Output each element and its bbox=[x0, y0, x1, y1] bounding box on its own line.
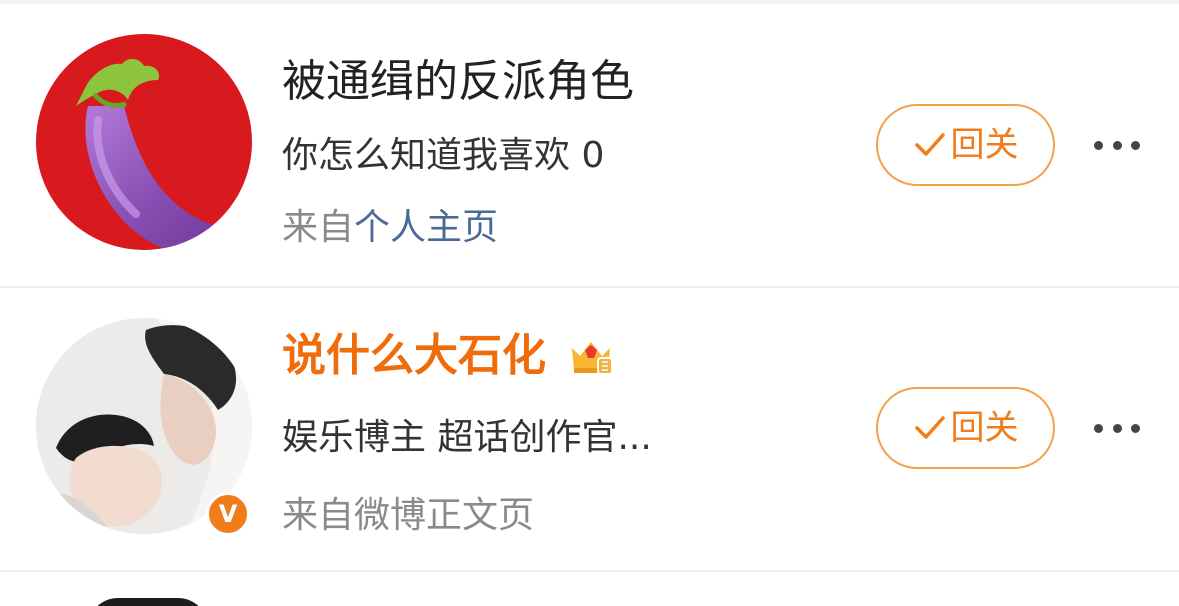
dot bbox=[1112, 423, 1122, 433]
check-icon bbox=[914, 133, 945, 156]
avatar[interactable] bbox=[88, 598, 208, 606]
dot bbox=[1094, 140, 1103, 150]
user-name[interactable]: 被通缉的反派角色 bbox=[282, 56, 634, 108]
dot bbox=[1094, 423, 1103, 433]
more-options-icon[interactable] bbox=[1094, 418, 1140, 438]
verified-badge: V bbox=[206, 492, 250, 536]
user-description: 你怎么知道我喜欢 0 bbox=[282, 135, 605, 176]
dot bbox=[1131, 423, 1140, 433]
dot bbox=[1131, 140, 1140, 150]
dot bbox=[1112, 140, 1122, 150]
follow-back-button[interactable]: 回关 bbox=[876, 387, 1055, 469]
follower-row[interactable]: V 说什么大石化 娱乐博主 超话创作官... 来自微博正文页 回关 bbox=[0, 288, 1179, 570]
source-text: 来自微博正文页 bbox=[282, 495, 535, 536]
eggplant-icon bbox=[76, 58, 248, 250]
source-link[interactable]: 个人主页 bbox=[354, 207, 498, 248]
follow-back-label: 回关 bbox=[950, 408, 1019, 448]
crown-icon bbox=[572, 342, 613, 375]
follow-back-label: 回关 bbox=[950, 125, 1019, 165]
user-name[interactable]: 说什么大石化 bbox=[282, 330, 546, 382]
follow-back-button[interactable]: 回关 bbox=[876, 104, 1055, 186]
source-text: 来自个人主页 bbox=[282, 206, 498, 250]
check-icon bbox=[914, 416, 945, 439]
more-options-icon[interactable] bbox=[1094, 135, 1140, 155]
row-divider bbox=[0, 570, 1179, 572]
source-prefix: 来自 bbox=[282, 207, 355, 248]
follower-row[interactable]: 被通缉的反派角色 你怎么知道我喜欢 0 来自个人主页 回关 bbox=[0, 4, 1179, 286]
user-description: 娱乐博主 超话创作官... bbox=[282, 417, 652, 458]
avatar[interactable] bbox=[36, 34, 252, 250]
